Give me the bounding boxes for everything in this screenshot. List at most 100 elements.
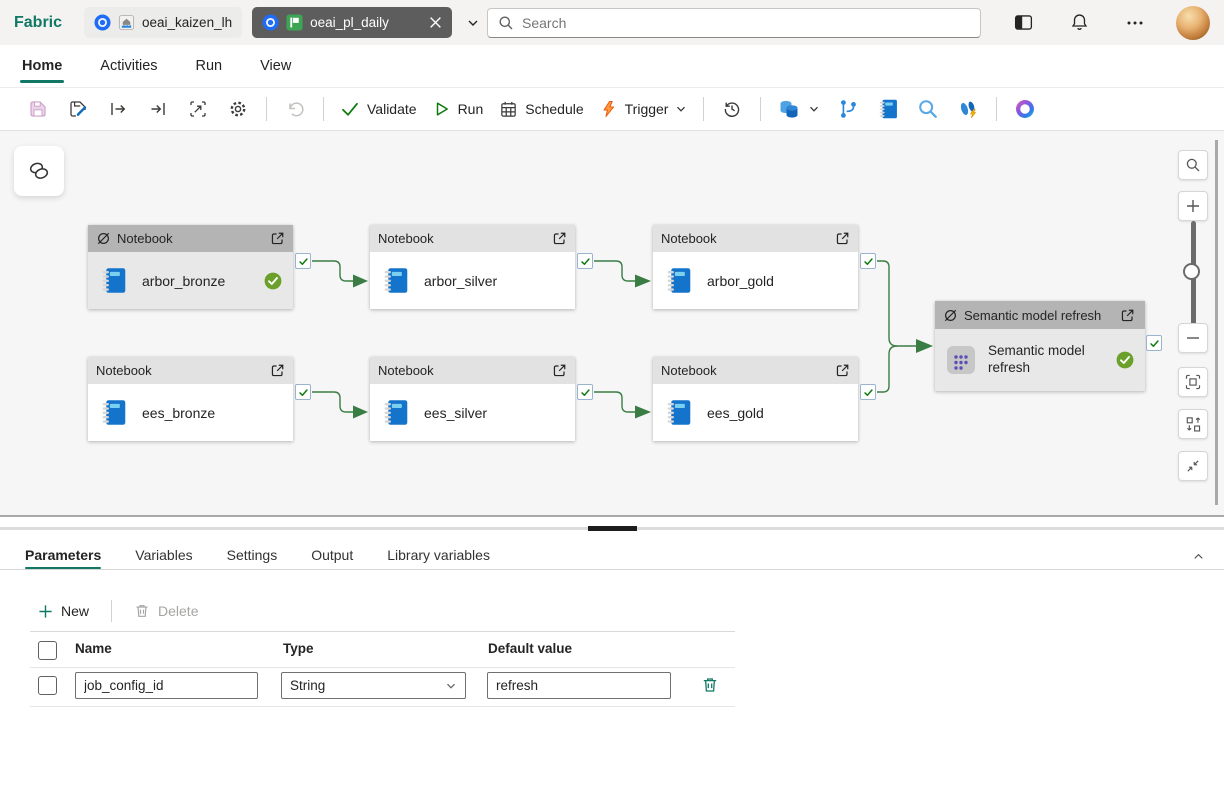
tab-output[interactable]: Output xyxy=(311,540,353,569)
on-success-checkbox[interactable] xyxy=(295,384,311,400)
open-external-icon[interactable] xyxy=(835,363,850,378)
pipeline-node-arbor-gold[interactable]: Notebook arbor_gold xyxy=(653,225,858,309)
trigger-button[interactable]: Trigger xyxy=(592,91,696,127)
more-options-icon[interactable] xyxy=(1120,8,1150,38)
run-button[interactable]: Run xyxy=(425,91,492,127)
pipeline-canvas[interactable]: Notebook arbor_bronze Notebook arbor_sil… xyxy=(0,131,1224,517)
add-output-button[interactable] xyxy=(138,91,178,127)
pipeline-node-arbor-silver[interactable]: Notebook arbor_silver xyxy=(370,225,575,309)
workspace-tab-pipeline[interactable]: oeai_pl_daily xyxy=(252,7,452,38)
zoom-slider-handle[interactable] xyxy=(1183,263,1200,280)
pipeline-node-arbor-bronze[interactable]: Notebook arbor_bronze xyxy=(88,225,293,309)
on-success-checkbox[interactable] xyxy=(860,253,876,269)
close-tab-icon[interactable] xyxy=(429,16,442,29)
add-input-button[interactable] xyxy=(98,91,138,127)
node-name-label: arbor_silver xyxy=(424,273,497,289)
copilot-button[interactable] xyxy=(1005,91,1045,127)
fit-to-screen-button[interactable] xyxy=(1178,367,1208,397)
validate-button[interactable]: Validate xyxy=(332,91,425,127)
column-header-name: Name xyxy=(75,641,112,656)
pipeline-node-ees-bronze[interactable]: Notebook ees_bronze xyxy=(88,357,293,441)
parameter-default-value-input[interactable] xyxy=(487,672,671,699)
open-external-icon[interactable] xyxy=(835,231,850,246)
auto-align-button[interactable] xyxy=(178,91,218,127)
pipeline-node-semantic-model-refresh[interactable]: Semantic model refresh Semantic model re… xyxy=(935,301,1145,391)
toolbar-divider xyxy=(996,97,997,121)
node-body: ees_bronze xyxy=(88,384,293,441)
on-success-checkbox[interactable] xyxy=(1146,335,1162,351)
on-success-checkbox[interactable] xyxy=(577,384,593,400)
titlebar-right-actions xyxy=(1008,0,1224,45)
pipeline-icon xyxy=(286,14,303,31)
chevron-down-icon xyxy=(808,103,820,115)
save-as-button[interactable] xyxy=(58,91,98,127)
select-all-checkbox[interactable] xyxy=(38,641,57,660)
tab-list-chevron-down-icon[interactable] xyxy=(466,16,480,30)
menu-home[interactable]: Home xyxy=(18,45,66,87)
menu-run[interactable]: Run xyxy=(192,45,227,87)
open-external-icon[interactable] xyxy=(1120,308,1135,323)
side-panel-toggle-icon[interactable] xyxy=(1008,8,1038,38)
schedule-button[interactable]: Schedule xyxy=(491,91,591,127)
notifications-bell-icon[interactable] xyxy=(1064,8,1094,38)
open-external-icon[interactable] xyxy=(552,363,567,378)
eventstream-button[interactable] xyxy=(948,91,988,127)
undo-button[interactable] xyxy=(275,91,315,127)
trash-icon xyxy=(701,676,719,694)
workspace-tab-lakehouse[interactable]: oeai_kaizen_lh xyxy=(84,7,242,38)
on-success-checkbox[interactable] xyxy=(577,253,593,269)
splitter-grip[interactable] xyxy=(588,526,637,531)
node-header: Notebook xyxy=(653,225,858,252)
open-external-icon[interactable] xyxy=(270,231,285,246)
parameter-type-select[interactable]: String xyxy=(281,672,466,699)
canvas-vertical-scrollbar[interactable] xyxy=(1215,140,1218,505)
on-success-checkbox[interactable] xyxy=(295,253,311,269)
tab-library-variables[interactable]: Library variables xyxy=(387,540,490,569)
save-button[interactable] xyxy=(18,91,58,127)
tab-parameters[interactable]: Parameters xyxy=(25,540,101,569)
tab-settings[interactable]: Settings xyxy=(227,540,278,569)
user-avatar[interactable] xyxy=(1176,6,1210,40)
copy-data-button[interactable] xyxy=(769,91,828,127)
tab-variables[interactable]: Variables xyxy=(135,540,192,569)
delete-row-button[interactable] xyxy=(701,676,719,694)
node-type-label: Notebook xyxy=(378,231,546,246)
zoom-out-button[interactable] xyxy=(1178,323,1208,353)
row-checkbox[interactable] xyxy=(38,676,57,695)
canvas-search-button[interactable] xyxy=(1178,150,1208,180)
pipeline-node-ees-silver[interactable]: Notebook ees_silver xyxy=(370,357,575,441)
menu-activities[interactable]: Activities xyxy=(96,45,161,87)
find-in-canvas-button[interactable] xyxy=(908,91,948,127)
search-input[interactable] xyxy=(522,15,970,31)
node-type-label: Notebook xyxy=(117,231,264,246)
browse-activities-button[interactable] xyxy=(14,146,64,196)
on-success-checkbox[interactable] xyxy=(860,384,876,400)
pipeline-node-ees-gold[interactable]: Notebook ees_gold xyxy=(653,357,858,441)
collapse-controls-button[interactable] xyxy=(1178,451,1208,481)
source-control-button[interactable] xyxy=(828,91,868,127)
menu-view[interactable]: View xyxy=(256,45,295,87)
new-parameter-button[interactable]: New xyxy=(30,596,97,626)
node-header: Semantic model refresh xyxy=(935,301,1145,329)
open-external-icon[interactable] xyxy=(270,363,285,378)
settings-button[interactable] xyxy=(218,91,258,127)
activities-icon xyxy=(26,158,52,184)
delete-parameter-button[interactable]: Delete xyxy=(126,596,206,626)
open-external-icon[interactable] xyxy=(552,231,567,246)
notebook-tool-button[interactable] xyxy=(868,91,908,127)
bottom-panel-tabs: Parameters Variables Settings Output Lib… xyxy=(0,540,1224,570)
parameter-name-input[interactable] xyxy=(75,672,258,699)
node-name-label: ees_gold xyxy=(707,405,764,421)
fabric-pipeline-editor: Fabric oeai_kaizen_lh oea xyxy=(0,0,1224,796)
minus-icon xyxy=(1185,330,1201,346)
collapse-panel-button[interactable] xyxy=(1186,544,1210,568)
node-header: Notebook xyxy=(88,357,293,384)
branch-icon xyxy=(837,98,859,120)
fabric-logo[interactable]: Fabric xyxy=(14,14,62,32)
run-history-button[interactable] xyxy=(712,91,752,127)
undo-icon xyxy=(285,99,305,119)
zoom-in-button[interactable] xyxy=(1178,191,1208,221)
check-icon xyxy=(863,256,874,267)
node-name-label: ees_bronze xyxy=(142,405,215,421)
reorder-layout-button[interactable] xyxy=(1178,409,1208,439)
